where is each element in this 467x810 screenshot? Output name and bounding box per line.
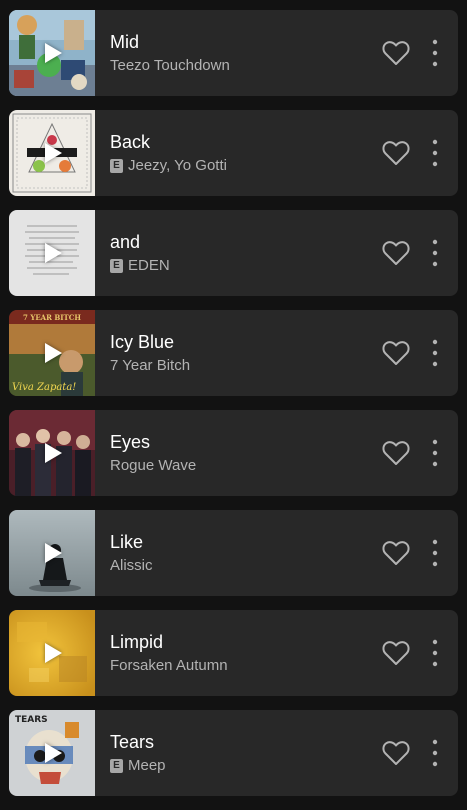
- vertical-dots-icon[interactable]: [426, 438, 444, 468]
- vertical-dots-icon[interactable]: [426, 738, 444, 768]
- vertical-dots-icon[interactable]: [426, 638, 444, 668]
- album-art[interactable]: TEARS: [9, 710, 95, 796]
- track-artist: Rogue Wave: [110, 456, 197, 474]
- track-row[interactable]: Back E Jeezy, Yo Gotti: [9, 110, 458, 196]
- explicit-badge: E: [110, 158, 123, 173]
- heart-outline-icon[interactable]: [382, 740, 410, 766]
- vertical-dots-icon[interactable]: [426, 538, 444, 568]
- track-artist: 7 Year Bitch: [110, 356, 191, 374]
- track-artist: Alissic: [110, 556, 153, 574]
- vertical-dots-icon[interactable]: [426, 338, 444, 368]
- track-row[interactable]: Mid Teezo Touchdown: [9, 10, 458, 96]
- play-icon[interactable]: [45, 543, 62, 563]
- track-row[interactable]: Limpid Forsaken Autumn: [9, 610, 458, 696]
- play-icon[interactable]: [45, 743, 62, 763]
- track-row[interactable]: 7 YEAR BITCH Viva Zapata! Icy Blue 7 Yea…: [9, 310, 458, 396]
- album-art[interactable]: [9, 210, 95, 296]
- track-artist: Forsaken Autumn: [110, 656, 228, 674]
- album-art[interactable]: [9, 10, 95, 96]
- vertical-dots-icon[interactable]: [426, 138, 444, 168]
- album-art[interactable]: [9, 110, 95, 196]
- track-row[interactable]: TEARS Tears E Meep: [9, 710, 458, 796]
- play-icon[interactable]: [45, 43, 62, 63]
- play-icon[interactable]: [45, 143, 62, 163]
- heart-outline-icon[interactable]: [382, 540, 410, 566]
- vertical-dots-icon[interactable]: [426, 238, 444, 268]
- album-art[interactable]: [9, 610, 95, 696]
- album-art[interactable]: 7 YEAR BITCH Viva Zapata!: [9, 310, 95, 396]
- explicit-badge: E: [110, 758, 123, 773]
- track-row[interactable]: Eyes Rogue Wave: [9, 410, 458, 496]
- play-icon[interactable]: [45, 443, 62, 463]
- track-artist: Jeezy, Yo Gotti: [128, 156, 227, 174]
- track-artist: EDEN: [128, 256, 170, 274]
- play-icon[interactable]: [45, 343, 62, 363]
- track-row[interactable]: and E EDEN: [9, 210, 458, 296]
- album-cover-text: Viva Zapata!: [12, 382, 76, 393]
- heart-outline-icon[interactable]: [382, 340, 410, 366]
- album-art[interactable]: [9, 410, 95, 496]
- heart-outline-icon[interactable]: [382, 640, 410, 666]
- track-artist: Teezo Touchdown: [110, 56, 230, 74]
- track-artist: Meep: [128, 756, 166, 774]
- track-list: Mid Teezo Touchdown Back E Jeezy, Yo Got…: [0, 0, 467, 810]
- play-icon[interactable]: [45, 643, 62, 663]
- track-row[interactable]: Like Alissic: [9, 510, 458, 596]
- album-art[interactable]: [9, 510, 95, 596]
- album-cover-text: TEARS: [15, 715, 48, 725]
- explicit-badge: E: [110, 258, 123, 273]
- vertical-dots-icon[interactable]: [426, 38, 444, 68]
- album-banner-text: 7 YEAR BITCH: [23, 313, 81, 322]
- heart-outline-icon[interactable]: [382, 40, 410, 66]
- heart-outline-icon[interactable]: [382, 240, 410, 266]
- heart-outline-icon[interactable]: [382, 440, 410, 466]
- heart-outline-icon[interactable]: [382, 140, 410, 166]
- play-icon[interactable]: [45, 243, 62, 263]
